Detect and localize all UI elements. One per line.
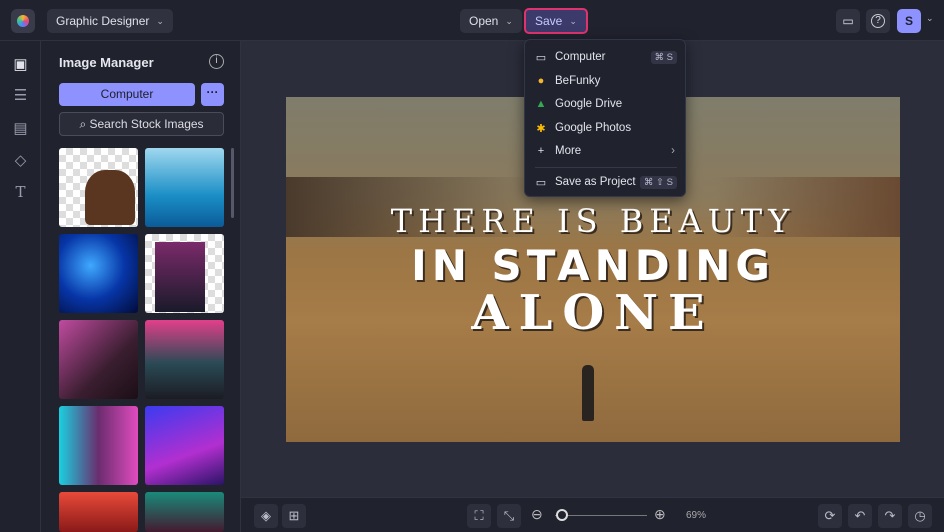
grid-icon: ⊞ [288,508,300,523]
comment-icon: ▭ [842,14,854,28]
save-more[interactable]: + More › [535,141,677,161]
redo-button[interactable]: ↷ [878,504,902,528]
chevron-down-icon: ⌄ [156,15,164,26]
help-icon: ? [871,14,885,28]
folder-icon: ▭ [535,176,547,189]
panel-title: Image Manager [59,55,154,70]
tool-rail: ▣ ☰ ▤ ◇ T [0,41,41,532]
image-thumbnail[interactable] [145,234,224,313]
image-thumbnail[interactable] [59,320,138,399]
zoom-slider[interactable] [555,515,647,516]
shortcut-badge: ⌘ ⇧ S [639,175,677,189]
save-label: Save [535,14,563,28]
history-icon: ◷ [914,508,926,523]
help-button[interactable]: ? [866,9,890,33]
save-to-befunky[interactable]: ● BeFunky [535,71,677,91]
fit-screen-button[interactable]: ⛶ [467,504,491,528]
search-icon: ⌕ [79,117,90,131]
zoom-out-icon[interactable]: ⊖ [531,506,543,523]
plus-icon: + [537,145,545,157]
save-dropdown-menu: ▭ Computer ⌘ S ● BeFunky ▲ Google Drive ✱ Goo… [524,39,686,197]
menu-label: Save as Project [555,176,636,188]
panel-scrollbar[interactable] [231,148,234,218]
zoom-level: 69% [686,510,707,521]
open-label: Open [469,14,499,28]
headline-line-2: IN STANDING [411,241,775,290]
shortcut-badge: ⌘ S [650,50,677,64]
bottom-toolbar: ◈ ⊞ ⛶ ⤡ ⊖ ⊕ 69% ⟳ ↶ ↷ ◷ [241,497,944,532]
menu-divider [535,167,677,168]
project-type-dropdown[interactable]: Graphic Designer ⌄ [47,9,173,33]
actual-size-button[interactable]: ⤡ [497,504,521,528]
history-button[interactable]: ◷ [908,504,932,528]
layers-icon: ◈ [261,508,271,523]
monitor-icon: ▭ [535,51,547,64]
menu-label: Computer [555,51,606,63]
adjust-sliders-icon[interactable]: ☰ [12,87,29,104]
befunky-icon: ● [537,75,545,87]
refresh-icon: ⟳ [824,508,836,523]
chevron-down-icon: ⌄ [569,15,577,26]
image-manager-panel: Image Manager i Computer ··· ⌕ Search St… [41,41,241,532]
open-button[interactable]: Open ⌄ [460,9,522,33]
menu-label: More [555,145,582,157]
headline-line-1: THERE IS BEAUTY [390,202,796,240]
save-button[interactable]: Save ⌄ [524,8,588,34]
image-thumbnail[interactable] [145,406,224,485]
person-figure [582,365,594,421]
image-thumbnail[interactable] [59,234,138,313]
save-as-project[interactable]: ▭ Save as Project ⌘ ⇧ S [535,172,677,192]
zoom-slider-handle[interactable] [556,509,569,521]
info-icon[interactable]: i [209,54,224,69]
save-to-computer[interactable]: ▭ Computer ⌘ S [535,47,677,67]
save-to-google-drive[interactable]: ▲ Google Drive [535,94,677,114]
image-thumbnail[interactable] [59,406,138,485]
avatar[interactable]: S [897,9,921,33]
layers-button[interactable]: ◈ [254,504,278,528]
upload-computer-button[interactable]: Computer [59,83,195,106]
more-options-button[interactable]: ··· [201,83,224,106]
project-type-label: Graphic Designer [56,14,150,28]
image-thumbnail[interactable] [59,148,138,227]
headline-line-3: ALONE [471,285,715,341]
shrink-icon: ⤡ [503,508,515,523]
google-photos-icon: ✱ [536,122,546,135]
undo-button[interactable]: ↶ [848,504,872,528]
text-icon[interactable]: T [12,184,29,201]
menu-label: BeFunky [555,75,601,87]
top-bar: Graphic Designer ⌄ Open ⌄ Save ⌄ ▭ ? S ⌄ [0,0,944,41]
grid-button[interactable]: ⊞ [282,504,306,528]
save-to-google-photos[interactable]: ✱ Google Photos [535,118,677,138]
menu-label: Google Photos [555,122,632,134]
fullscreen-icon: ⛶ [474,508,484,523]
comments-button[interactable]: ▭ [836,9,860,33]
google-drive-icon: ▲ [535,98,547,110]
search-stock-label: Search Stock Images [89,117,204,131]
chevron-down-icon: ⌄ [505,15,513,26]
image-thumbnail[interactable] [59,492,138,532]
befunky-logo[interactable] [11,9,35,33]
image-thumbnail[interactable] [145,320,224,399]
search-stock-images-button[interactable]: ⌕ Search Stock Images [59,112,224,136]
zoom-in-icon[interactable]: ⊕ [654,506,666,523]
redo-icon: ↷ [884,508,896,523]
graphics-icon[interactable]: ◇ [12,152,29,169]
menu-label: Google Drive [555,98,623,110]
image-thumbnail[interactable] [145,148,224,227]
undo-icon: ↶ [854,508,866,523]
chevron-right-icon: › [671,145,675,157]
image-manager-icon[interactable]: ▣ [12,56,29,73]
chevron-down-icon[interactable]: ⌄ [926,13,934,24]
refresh-button[interactable]: ⟳ [818,504,842,528]
image-thumbnail[interactable] [145,492,224,532]
layout-icon[interactable]: ▤ [12,120,29,137]
